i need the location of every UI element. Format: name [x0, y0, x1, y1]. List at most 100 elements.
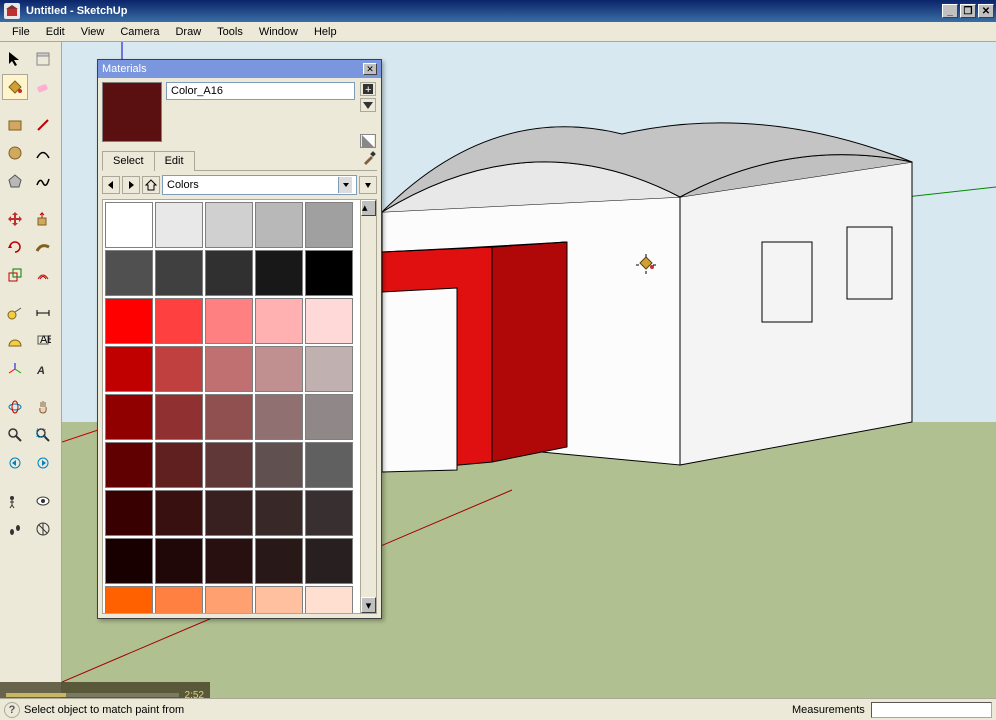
color-swatch[interactable]: [155, 346, 203, 392]
color-swatch[interactable]: [305, 202, 353, 248]
circle-tool[interactable]: [2, 140, 28, 166]
zoom-extents-tool[interactable]: [30, 422, 56, 448]
tab-edit[interactable]: Edit: [154, 151, 195, 171]
color-swatch[interactable]: [255, 490, 303, 536]
color-swatch[interactable]: [155, 250, 203, 296]
materials-panel-close[interactable]: ✕: [363, 63, 377, 75]
set-default-button[interactable]: [360, 98, 376, 112]
color-swatch[interactable]: [105, 490, 153, 536]
color-swatch[interactable]: [155, 442, 203, 488]
color-swatch[interactable]: [255, 202, 303, 248]
pan-tool[interactable]: [30, 394, 56, 420]
previous-view-tool[interactable]: [2, 450, 28, 476]
color-swatch[interactable]: [205, 586, 253, 614]
menu-edit[interactable]: Edit: [38, 24, 73, 40]
position-camera-tool[interactable]: [2, 488, 28, 514]
zoom-tool[interactable]: [2, 422, 28, 448]
color-swatch[interactable]: [205, 250, 253, 296]
arc-tool[interactable]: [30, 140, 56, 166]
color-swatch[interactable]: [205, 538, 253, 584]
nav-back-button[interactable]: [102, 176, 120, 194]
paint-bucket-tool[interactable]: [2, 74, 28, 100]
minimize-button[interactable]: _: [942, 4, 958, 18]
scroll-up-button[interactable]: ▴: [361, 200, 376, 216]
color-swatch[interactable]: [105, 586, 153, 614]
color-swatch[interactable]: [305, 538, 353, 584]
color-swatch[interactable]: [205, 442, 253, 488]
menu-file[interactable]: File: [4, 24, 38, 40]
menu-window[interactable]: Window: [251, 24, 306, 40]
create-material-button[interactable]: +: [360, 82, 376, 96]
color-swatch[interactable]: [305, 346, 353, 392]
eraser-tool[interactable]: [30, 74, 56, 100]
color-swatch[interactable]: [105, 346, 153, 392]
nav-home-button[interactable]: [142, 176, 160, 194]
current-material-swatch[interactable]: [102, 82, 162, 142]
3dtext-tool[interactable]: A: [30, 356, 56, 382]
close-button[interactable]: ✕: [978, 4, 994, 18]
menu-tools[interactable]: Tools: [209, 24, 251, 40]
color-swatch[interactable]: [105, 298, 153, 344]
color-swatch[interactable]: [205, 490, 253, 536]
nav-forward-button[interactable]: [122, 176, 140, 194]
color-swatch[interactable]: [305, 490, 353, 536]
materials-panel[interactable]: Materials ✕ + Select Edit Colors: [97, 59, 382, 619]
polygon-tool[interactable]: [2, 168, 28, 194]
line-tool[interactable]: [30, 112, 56, 138]
next-view-tool[interactable]: [30, 450, 56, 476]
freehand-tool[interactable]: [30, 168, 56, 194]
color-swatch[interactable]: [255, 538, 303, 584]
display-pane-button[interactable]: [360, 134, 376, 148]
walk-tool[interactable]: [2, 516, 28, 542]
color-swatch[interactable]: [205, 346, 253, 392]
protractor-tool[interactable]: [2, 328, 28, 354]
color-grid-scrollbar[interactable]: ▴ ▾: [360, 200, 376, 613]
color-swatch[interactable]: [205, 298, 253, 344]
menu-help[interactable]: Help: [306, 24, 345, 40]
material-name-input[interactable]: [166, 82, 355, 100]
dimension-tool[interactable]: [30, 300, 56, 326]
color-swatch[interactable]: [205, 202, 253, 248]
pushpull-tool[interactable]: [30, 206, 56, 232]
text-tool[interactable]: ABC: [30, 328, 56, 354]
color-swatch[interactable]: [155, 298, 203, 344]
color-swatch[interactable]: [305, 394, 353, 440]
make-component-tool[interactable]: [30, 46, 56, 72]
color-swatch[interactable]: [155, 586, 203, 614]
color-swatch[interactable]: [255, 346, 303, 392]
axes-tool[interactable]: [2, 356, 28, 382]
maximize-button[interactable]: ❐: [960, 4, 976, 18]
scroll-down-button[interactable]: ▾: [361, 597, 376, 613]
scale-tool[interactable]: [2, 262, 28, 288]
color-swatch[interactable]: [305, 298, 353, 344]
move-tool[interactable]: [2, 206, 28, 232]
menu-draw[interactable]: Draw: [167, 24, 209, 40]
video-progress-bar[interactable]: [6, 693, 179, 697]
offset-tool[interactable]: [30, 262, 56, 288]
color-swatch[interactable]: [305, 442, 353, 488]
color-swatch[interactable]: [255, 586, 303, 614]
section-plane-tool[interactable]: [30, 516, 56, 542]
rectangle-tool[interactable]: [2, 112, 28, 138]
look-around-tool[interactable]: [30, 488, 56, 514]
color-swatch[interactable]: [155, 538, 203, 584]
color-swatch[interactable]: [105, 442, 153, 488]
color-swatch[interactable]: [255, 442, 303, 488]
details-button[interactable]: [359, 176, 377, 194]
color-swatch[interactable]: [105, 202, 153, 248]
color-swatch[interactable]: [105, 538, 153, 584]
rotate-tool[interactable]: [2, 234, 28, 260]
material-library-dropdown[interactable]: Colors: [162, 175, 357, 195]
color-swatch[interactable]: [155, 202, 203, 248]
eyedropper-icon[interactable]: [361, 150, 377, 166]
measurements-input[interactable]: [871, 702, 992, 718]
menu-view[interactable]: View: [73, 24, 113, 40]
color-swatch[interactable]: [105, 250, 153, 296]
select-tool[interactable]: [2, 46, 28, 72]
color-swatch[interactable]: [305, 586, 353, 614]
tab-select[interactable]: Select: [102, 151, 155, 171]
color-swatch[interactable]: [255, 394, 303, 440]
color-swatch[interactable]: [255, 250, 303, 296]
color-swatch[interactable]: [255, 298, 303, 344]
menu-camera[interactable]: Camera: [112, 24, 167, 40]
